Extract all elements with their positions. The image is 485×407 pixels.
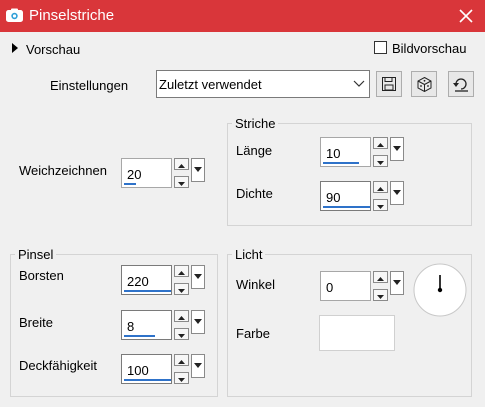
width-input[interactable]: 8 [121, 310, 172, 340]
save-preset-button[interactable] [376, 71, 402, 97]
opacity-slider-toggle[interactable] [191, 354, 205, 378]
arrow-down-icon [377, 295, 384, 299]
opacity-stepper[interactable]: 100 [121, 354, 205, 384]
arrow-down-icon [377, 161, 384, 165]
opacity-input[interactable]: 100 [121, 354, 172, 384]
density-level-bar [323, 206, 370, 208]
brush-legend: Pinsel [15, 247, 57, 262]
triangle-down-icon [194, 363, 202, 368]
preview-toggle-label[interactable]: Vorschau [26, 42, 80, 57]
length-value: 10 [326, 146, 341, 161]
width-decrement[interactable] [174, 328, 189, 340]
arrow-up-icon [377, 143, 384, 147]
color-label: Farbe [236, 326, 270, 341]
density-label: Dichte [236, 186, 273, 201]
smoothing-slider-toggle[interactable] [191, 158, 205, 182]
reset-button[interactable] [448, 71, 474, 97]
triangle-down-icon [194, 167, 202, 172]
light-legend: Licht [232, 247, 266, 262]
bristles-slider-toggle[interactable] [191, 265, 205, 289]
opacity-increment[interactable] [174, 354, 189, 366]
width-stepper[interactable]: 8 [121, 310, 205, 340]
bristles-stepper[interactable]: 220 [121, 265, 205, 295]
width-increment[interactable] [174, 310, 189, 322]
opacity-value: 100 [127, 363, 149, 378]
width-label: Breite [19, 315, 53, 330]
length-stepper[interactable]: 10 [320, 137, 404, 167]
settings-label: Einstellungen [50, 78, 129, 93]
strokes-legend: Striche [232, 116, 279, 131]
image-preview-checkbox[interactable] [374, 41, 387, 54]
arrow-down-icon [178, 334, 185, 338]
length-level-bar [323, 162, 359, 164]
smoothing-decrement[interactable] [174, 176, 189, 188]
bristles-increment[interactable] [174, 265, 189, 277]
arrow-up-icon [178, 360, 185, 364]
dice-icon [417, 77, 432, 92]
image-preview-label[interactable]: Bildvorschau [392, 41, 466, 56]
arrow-up-icon [178, 271, 185, 275]
floppy-icon [382, 77, 396, 91]
angle-increment[interactable] [373, 271, 388, 283]
smoothing-level-bar [124, 183, 136, 185]
window-title: Pinselstriche [29, 7, 115, 24]
arrow-up-icon [178, 164, 185, 168]
bristles-decrement[interactable] [174, 283, 189, 295]
chevron-down-icon [353, 80, 365, 87]
arrow-up-icon [377, 187, 384, 191]
reset-icon [453, 78, 468, 92]
angle-decrement[interactable] [373, 289, 388, 301]
triangle-down-icon [194, 274, 202, 279]
density-decrement[interactable] [373, 199, 388, 211]
opacity-label: Deckfähigkeit [19, 358, 98, 373]
expand-triangle-icon[interactable] [11, 43, 19, 53]
density-stepper[interactable]: 90 [320, 181, 404, 211]
density-input[interactable]: 90 [320, 181, 371, 211]
density-increment[interactable] [373, 181, 388, 193]
triangle-down-icon [393, 146, 401, 151]
smoothing-value: 20 [127, 167, 142, 182]
arrow-up-icon [178, 316, 185, 320]
arrow-up-icon [377, 277, 384, 281]
angle-value: 0 [326, 280, 334, 295]
density-value: 90 [326, 190, 341, 205]
arrow-down-icon [178, 289, 185, 293]
angle-input[interactable]: 0 [320, 271, 371, 301]
opacity-decrement[interactable] [174, 372, 189, 384]
length-decrement[interactable] [373, 155, 388, 167]
triangle-down-icon [393, 190, 401, 195]
arrow-down-icon [377, 205, 384, 209]
length-label: Länge [236, 143, 273, 158]
width-value: 8 [127, 319, 135, 334]
close-icon[interactable] [452, 2, 480, 30]
light-color-swatch[interactable] [319, 315, 395, 351]
smoothing-label: Weichzeichnen [19, 163, 107, 178]
bristles-level-bar [124, 290, 171, 292]
random-preset-button[interactable] [411, 71, 437, 97]
angle-label: Winkel [236, 277, 276, 292]
bristles-input[interactable]: 220 [121, 265, 172, 295]
smoothing-increment[interactable] [174, 158, 189, 170]
bristles-value: 220 [127, 274, 149, 289]
angle-dial[interactable] [413, 263, 467, 317]
angle-slider-toggle[interactable] [390, 271, 404, 295]
triangle-down-icon [393, 280, 401, 285]
bristles-label: Borsten [19, 268, 64, 283]
smoothing-stepper[interactable]: 20 [121, 158, 205, 188]
opacity-level-bar [124, 379, 171, 381]
length-slider-toggle[interactable] [390, 137, 404, 161]
length-input[interactable]: 10 [320, 137, 371, 167]
width-level-bar [124, 335, 155, 337]
settings-select[interactable]: Zuletzt verwendet [156, 70, 370, 98]
density-slider-toggle[interactable] [390, 181, 404, 205]
camera-icon [6, 8, 23, 22]
length-increment[interactable] [373, 137, 388, 149]
settings-select-value: Zuletzt verwendet [159, 77, 262, 92]
arrow-down-icon [178, 182, 185, 186]
triangle-down-icon [194, 319, 202, 324]
arrow-down-icon [178, 378, 185, 382]
smoothing-input[interactable]: 20 [121, 158, 172, 188]
angle-stepper[interactable]: 0 [320, 271, 404, 301]
width-slider-toggle[interactable] [191, 310, 205, 334]
